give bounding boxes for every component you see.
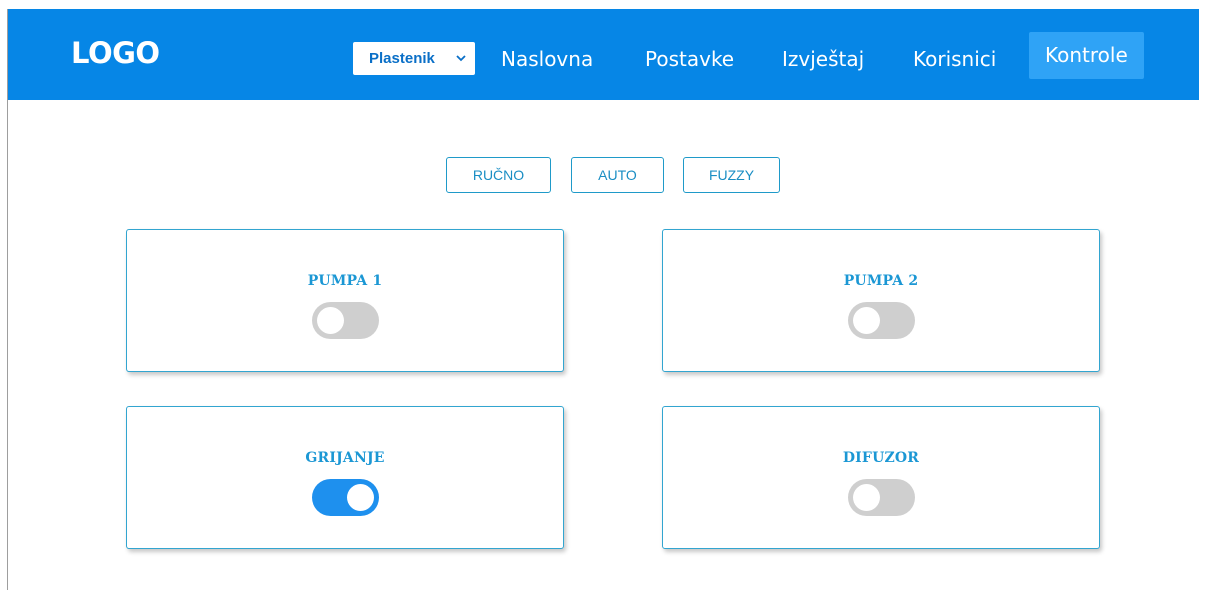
greenhouse-select-value: Plastenik <box>369 50 435 67</box>
control-card-difuzor: DIFUZOR <box>662 406 1100 549</box>
control-card-title: GRIJANJE <box>305 450 385 466</box>
control-card-title: PUMPA 2 <box>843 273 919 289</box>
control-card-pumpa-2: PUMPA 2 <box>662 229 1100 372</box>
chevron-down-icon <box>456 55 466 62</box>
toggle-knob <box>347 484 374 511</box>
mode-button-fuzzy[interactable]: FUZZY <box>683 157 780 193</box>
control-card-pumpa-1: PUMPA 1 <box>126 229 564 372</box>
nav-link-kontrole[interactable]: Kontrole <box>1029 32 1144 79</box>
nav-link-korisnici[interactable]: Korisnici <box>913 42 996 76</box>
nav-link-postavke[interactable]: Postavke <box>645 42 734 76</box>
toggle-switch-difuzor[interactable] <box>848 479 915 516</box>
toggle-knob <box>853 484 880 511</box>
toggle-switch-pumpa-2[interactable] <box>848 302 915 339</box>
nav-link-izvjestaj[interactable]: Izvještaj <box>782 42 864 76</box>
toggle-switch-pumpa-1[interactable] <box>312 302 379 339</box>
control-card-title: PUMPA 1 <box>307 273 383 289</box>
control-card-title: DIFUZOR <box>842 450 920 466</box>
mode-button-rucno[interactable]: RUČNO <box>446 157 551 193</box>
toggle-switch-grijanje[interactable] <box>312 479 379 516</box>
navbar: LOGO Plastenik Naslovna Postavke Izvješt… <box>8 9 1199 100</box>
toggle-knob <box>317 307 344 334</box>
mode-button-auto[interactable]: AUTO <box>571 157 664 193</box>
greenhouse-select[interactable]: Plastenik <box>353 42 475 75</box>
logo: LOGO <box>71 36 160 70</box>
toggle-knob <box>853 307 880 334</box>
nav-link-naslovna[interactable]: Naslovna <box>501 42 593 76</box>
control-card-grijanje: GRIJANJE <box>126 406 564 549</box>
